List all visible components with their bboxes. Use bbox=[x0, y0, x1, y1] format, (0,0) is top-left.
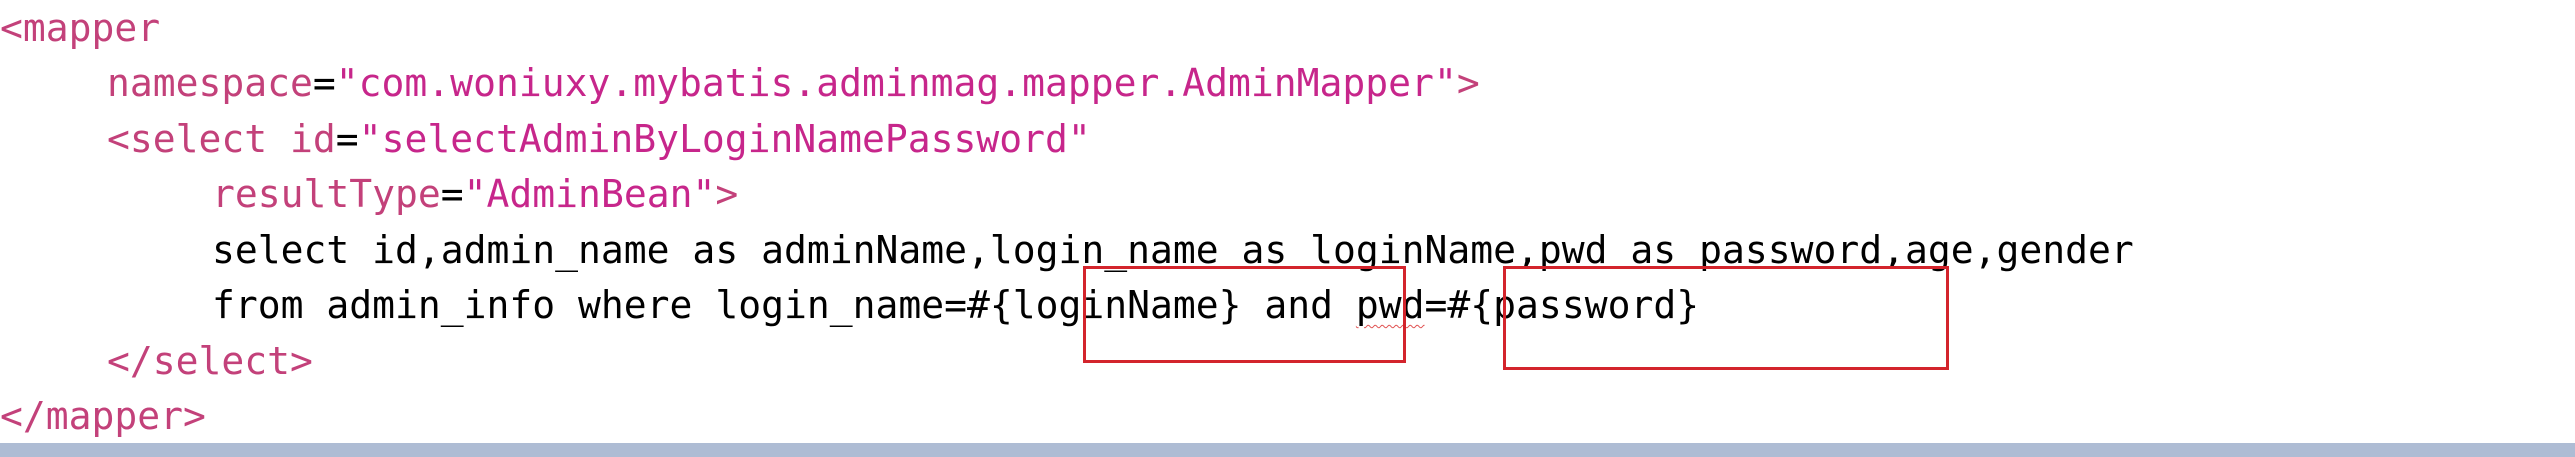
tag-close-bracket: > bbox=[1456, 61, 1480, 105]
code-line-7: </select> bbox=[0, 333, 313, 389]
select-close-tag: </select> bbox=[107, 339, 313, 383]
equals-sign: = bbox=[335, 117, 359, 161]
namespace-attr: namespace bbox=[107, 61, 313, 105]
code-editor[interactable]: <mapper namespace="com.woniuxy.mybatis.a… bbox=[0, 0, 2575, 443]
highlight-box-login-name bbox=[1083, 266, 1406, 363]
code-line-3: <select id="selectAdminByLoginNamePasswo… bbox=[0, 111, 1091, 167]
namespace-value: "com.woniuxy.mybatis.adminmag.mapper.Adm… bbox=[335, 61, 1457, 105]
highlight-box-password bbox=[1503, 266, 1949, 370]
code-line-8: </mapper> bbox=[0, 388, 206, 444]
id-value: "selectAdminByLoginNamePassword" bbox=[358, 117, 1091, 161]
code-line-1: <mapper bbox=[0, 0, 160, 56]
status-bar bbox=[0, 443, 2575, 457]
equals-sign: = bbox=[440, 172, 464, 216]
id-attr: id bbox=[267, 117, 336, 161]
code-line-4: resultType="AdminBean"> bbox=[0, 166, 738, 222]
result-type-attr: resultType bbox=[212, 172, 441, 216]
code-line-2: namespace="com.woniuxy.mybatis.adminmag.… bbox=[0, 55, 1480, 111]
result-type-value: "AdminBean" bbox=[463, 172, 716, 216]
select-open-tag: <select bbox=[107, 117, 268, 161]
mapper-open-tag: <mapper bbox=[0, 6, 161, 50]
tag-close-bracket: > bbox=[715, 172, 739, 216]
mapper-close-tag: </mapper> bbox=[0, 394, 206, 438]
equals-sign: = bbox=[312, 61, 336, 105]
code-line-6: from admin_info where login_name=#{login… bbox=[0, 277, 1699, 333]
